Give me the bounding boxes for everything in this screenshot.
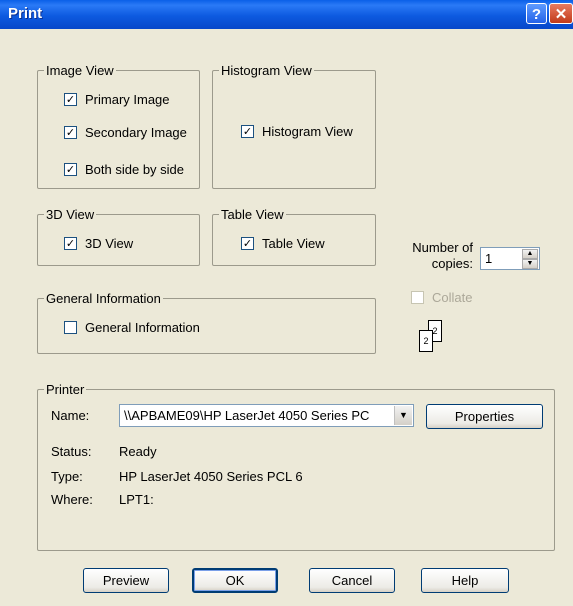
general-information-checkbox[interactable]: General Information <box>64 320 200 335</box>
where-value: LPT1: <box>119 492 154 507</box>
checkbox-box[interactable]: ✓ <box>64 126 77 139</box>
cancel-button[interactable]: Cancel <box>309 568 395 593</box>
checkbox-label: Secondary Image <box>85 125 187 140</box>
table-view-checkbox[interactable]: ✓ Table View <box>241 236 325 251</box>
chevron-down-icon[interactable]: ▼ <box>394 406 412 425</box>
printer-name-label: Name: <box>51 408 90 423</box>
table-view-legend: Table View <box>219 207 286 222</box>
checkbox-box[interactable]: ✓ <box>64 163 77 176</box>
copies-label-line1: Number of <box>412 240 473 255</box>
copies-label-line2: copies: <box>431 256 473 271</box>
3d-view-checkbox[interactable]: ✓ 3D View <box>64 236 133 251</box>
dialog-title: Print <box>8 5 43 22</box>
checkbox-box[interactable]: ✓ <box>64 93 77 106</box>
checkbox-box[interactable]: ✓ <box>64 237 77 250</box>
image-view-legend: Image View <box>44 63 116 78</box>
printer-name-select[interactable]: \\APBAME09\HP LaserJet 4050 Series PC ▼ <box>119 404 414 427</box>
collate-pages-icon: 2 2 <box>414 318 446 358</box>
help-button[interactable]: Help <box>421 568 509 593</box>
checkbox-label: Table View <box>262 236 325 251</box>
spin-up-icon[interactable]: ▲ <box>522 249 538 259</box>
properties-button[interactable]: Properties <box>426 404 543 429</box>
copies-value[interactable]: 1 <box>485 251 492 266</box>
checkbox-box[interactable] <box>64 321 77 334</box>
checkbox-box[interactable]: ✓ <box>241 237 254 250</box>
histogram-view-checkbox[interactable]: ✓ Histogram View <box>241 124 353 139</box>
both-side-by-side-checkbox[interactable]: ✓ Both side by side <box>64 162 184 177</box>
checkbox-label: Primary Image <box>85 92 170 107</box>
page-front-icon: 2 <box>419 330 433 352</box>
print-dialog: Print ? ✕ Image View ✓ Primary Image ✓ S… <box>0 0 573 606</box>
title-bar[interactable]: Print ? ✕ <box>0 0 573 29</box>
checkbox-label: General Information <box>85 320 200 335</box>
checkbox-label: Histogram View <box>262 124 353 139</box>
type-value: HP LaserJet 4050 Series PCL 6 <box>119 469 303 484</box>
checkbox-label: 3D View <box>85 236 134 251</box>
printer-legend: Printer <box>44 382 87 397</box>
primary-image-checkbox[interactable]: ✓ Primary Image <box>64 92 170 107</box>
histogram-view-legend: Histogram View <box>219 63 314 78</box>
printer-name-value: \\APBAME09\HP LaserJet 4050 Series PC <box>124 408 370 423</box>
spin-down-icon[interactable]: ▼ <box>522 259 538 269</box>
checkbox-box[interactable]: ✓ <box>241 125 254 138</box>
copies-label: Number of copies: <box>398 240 473 272</box>
where-label: Where: <box>51 492 93 507</box>
ok-button[interactable]: OK <box>192 568 278 593</box>
3d-view-legend: 3D View <box>44 207 97 222</box>
status-value: Ready <box>119 444 157 459</box>
secondary-image-checkbox[interactable]: ✓ Secondary Image <box>64 125 187 140</box>
preview-button[interactable]: Preview <box>83 568 169 593</box>
general-information-legend: General Information <box>44 291 163 306</box>
type-label: Type: <box>51 469 83 484</box>
collate-checkbox[interactable]: Collate <box>411 290 472 305</box>
copies-stepper[interactable]: 1 ▲ ▼ <box>480 247 540 270</box>
status-label: Status: <box>51 444 92 459</box>
close-icon[interactable]: ✕ <box>549 3 573 24</box>
checkbox-label: Both side by side <box>85 162 185 177</box>
help-title-button[interactable]: ? <box>526 3 547 24</box>
checkbox-box[interactable] <box>411 291 424 304</box>
checkbox-label: Collate <box>432 290 473 305</box>
